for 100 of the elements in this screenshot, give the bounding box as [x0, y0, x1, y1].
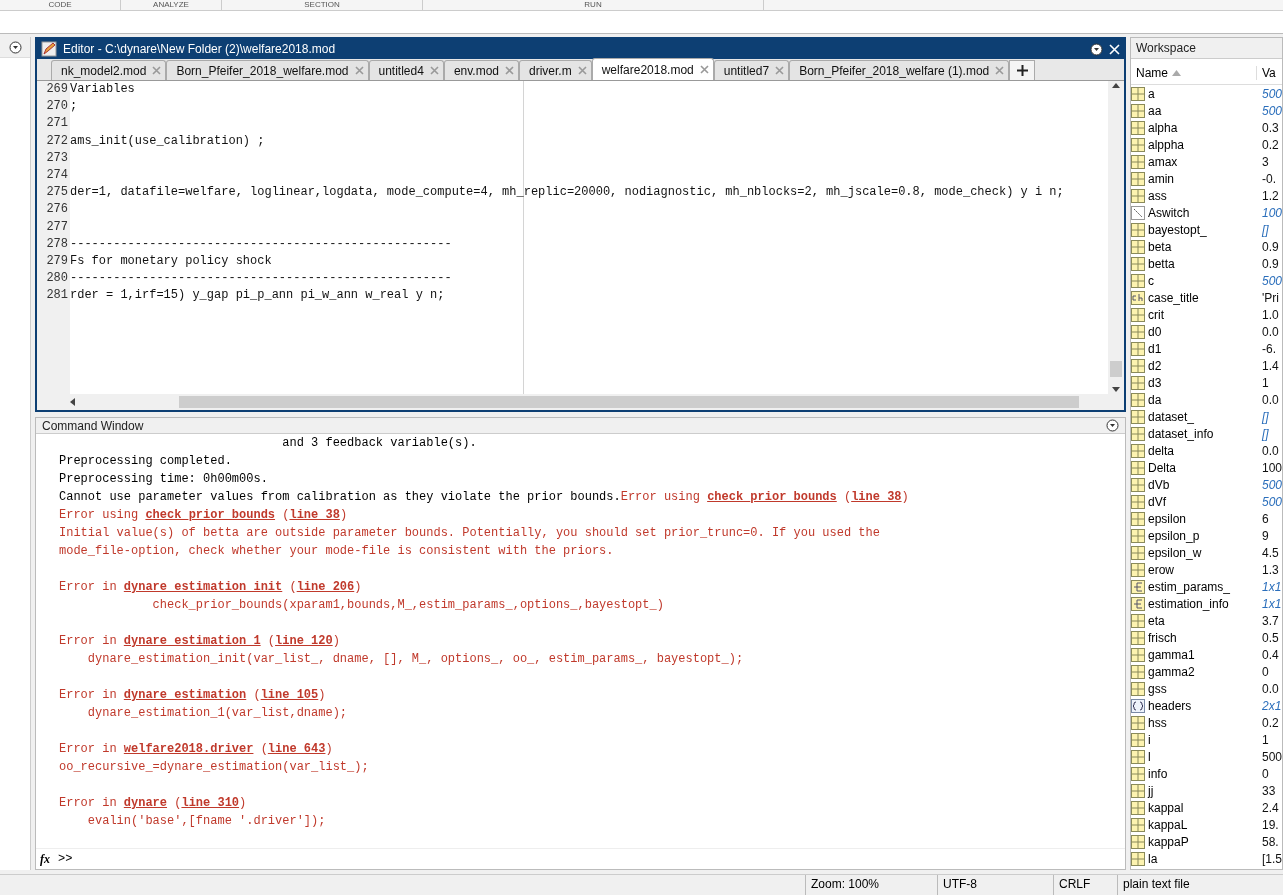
- editor-tab[interactable]: nk_model2.mod: [51, 60, 167, 80]
- matrix-icon: [1131, 171, 1145, 186]
- matrix-icon: [1131, 681, 1145, 696]
- variable-name[interactable]: d0: [1148, 324, 1162, 339]
- variable-name[interactable]: kappal: [1148, 800, 1184, 815]
- variable-name[interactable]: aa: [1148, 103, 1162, 118]
- editor-tab[interactable]: untitled4: [368, 60, 444, 80]
- variable-name[interactable]: gamma1: [1148, 647, 1195, 662]
- char-icon: [1131, 290, 1145, 305]
- variable-name[interactable]: delta: [1148, 443, 1175, 458]
- variable-name[interactable]: gss: [1148, 681, 1167, 696]
- error-link[interactable]: line 643: [267, 742, 326, 756]
- variable-name[interactable]: kappaP: [1148, 834, 1189, 849]
- editor-tab[interactable]: welfare2018.mod: [591, 58, 714, 80]
- variable-name[interactable]: alpha: [1148, 120, 1178, 135]
- output-line: Error in dynare_estimation_init (line 206): [59, 579, 363, 596]
- variable-name[interactable]: jj: [1148, 783, 1154, 798]
- variable-name[interactable]: d1: [1148, 341, 1162, 356]
- matrix-icon: [1131, 817, 1145, 832]
- editor-tab[interactable]: Born_Pfeifer_2018_welfare.mod: [166, 60, 369, 80]
- error-link[interactable]: dynare_estimation_1: [123, 634, 261, 648]
- variable-name[interactable]: dVb: [1148, 477, 1170, 492]
- variable-name[interactable]: gamma2: [1148, 664, 1195, 679]
- function-label[interactable]: fx: [40, 851, 50, 867]
- error-link[interactable]: check_prior_bounds: [707, 490, 837, 504]
- variable-name[interactable]: amax: [1148, 154, 1178, 169]
- variable-name[interactable]: eta: [1148, 613, 1165, 628]
- editor-tab[interactable]: env.mod: [443, 60, 519, 80]
- variable-value: 500: [1261, 86, 1282, 101]
- vertical-scrollbar[interactable]: [1108, 81, 1124, 394]
- variable-name[interactable]: l: [1148, 749, 1151, 764]
- error-link[interactable]: welfare2018.driver: [123, 742, 254, 756]
- error-link[interactable]: line 38: [289, 508, 340, 522]
- error-link[interactable]: check_prior_bounds: [145, 508, 276, 522]
- scroll-down-icon[interactable]: [1112, 387, 1120, 392]
- variable-name[interactable]: headers: [1148, 698, 1192, 713]
- variable-name[interactable]: estimation_info: [1148, 596, 1229, 611]
- matrix-icon: [1131, 324, 1145, 339]
- column-header[interactable]: Va: [1257, 66, 1282, 80]
- scroll-up-icon[interactable]: [1112, 83, 1120, 88]
- variable-name[interactable]: c: [1148, 273, 1154, 288]
- dropdown-icon[interactable]: [1090, 42, 1103, 56]
- variable-name[interactable]: dataset_info: [1148, 426, 1214, 441]
- variable-name[interactable]: epsilon_p: [1148, 528, 1200, 543]
- error-link[interactable]: line 206: [296, 580, 355, 594]
- error-link[interactable]: dynare_estimation: [123, 688, 247, 702]
- variable-value: 1.4: [1261, 358, 1280, 373]
- matrix-icon: [1131, 239, 1145, 254]
- editor-tab[interactable]: Born_Pfeifer_2018_welfare (1).mod: [789, 60, 1010, 80]
- sort-ascending-icon[interactable]: [1172, 70, 1181, 76]
- variable-name[interactable]: kappaL: [1148, 817, 1188, 832]
- error-link[interactable]: line 310: [181, 796, 240, 810]
- matrix-icon: [1131, 120, 1145, 135]
- variable-name[interactable]: epsilon_w: [1148, 545, 1202, 560]
- variable-name[interactable]: crit: [1148, 307, 1164, 322]
- variable-name[interactable]: amin: [1148, 171, 1174, 186]
- variable-name[interactable]: bayestopt_: [1148, 222, 1207, 237]
- variable-name[interactable]: hss: [1148, 715, 1167, 730]
- output-line: dynare_estimation_1(var_list,dname);: [86, 705, 349, 722]
- column-header[interactable]: Name: [1131, 66, 1257, 80]
- variable-name[interactable]: la: [1148, 851, 1158, 866]
- error-link[interactable]: line 120: [275, 634, 333, 648]
- error-link[interactable]: line 38: [851, 490, 902, 504]
- variable-name[interactable]: ass: [1148, 188, 1167, 203]
- editor-tab[interactable]: untitled7: [713, 60, 790, 80]
- matrix-icon: [1131, 154, 1145, 169]
- variable-name[interactable]: betta: [1148, 256, 1175, 271]
- variable-name[interactable]: estim_params_: [1148, 579, 1231, 594]
- editor-tab[interactable]: driver.m: [519, 60, 592, 80]
- scroll-left-icon[interactable]: [70, 398, 75, 406]
- variable-name[interactable]: Aswitch: [1148, 205, 1190, 220]
- variable-name[interactable]: da: [1148, 392, 1162, 407]
- new-tab-button[interactable]: [1009, 60, 1036, 80]
- dropdown-icon[interactable]: [1106, 419, 1119, 432]
- line-number: 271: [45, 115, 69, 133]
- variable-name[interactable]: a: [1148, 86, 1155, 101]
- variable-name[interactable]: erow: [1148, 562, 1174, 577]
- variable-name[interactable]: case_title: [1148, 290, 1199, 305]
- error-link[interactable]: dynare: [123, 796, 168, 810]
- variable-name[interactable]: epsilon: [1148, 511, 1187, 526]
- horizontal-scrollbar[interactable]: [37, 394, 1124, 410]
- variable-value: -6.: [1261, 341, 1277, 356]
- variable-name[interactable]: beta: [1148, 239, 1172, 254]
- variable-name[interactable]: d3: [1148, 375, 1162, 390]
- variable-name[interactable]: frisch: [1148, 630, 1177, 645]
- scrollbar-thumb[interactable]: [1110, 361, 1122, 377]
- variable-value: 1: [1261, 732, 1270, 747]
- variable-name[interactable]: i: [1148, 732, 1151, 747]
- error-link[interactable]: line 105: [260, 688, 319, 702]
- variable-name[interactable]: dVf: [1148, 494, 1166, 509]
- variable-name[interactable]: info: [1148, 766, 1168, 781]
- variable-name[interactable]: dataset_: [1148, 409, 1195, 424]
- error-link[interactable]: dynare_estimation_init: [123, 580, 283, 594]
- variable-value: [1.5: [1261, 851, 1282, 866]
- variable-name[interactable]: d2: [1148, 358, 1162, 373]
- variable-name[interactable]: alppha: [1148, 137, 1185, 152]
- command-prompt[interactable]: >>: [58, 852, 73, 866]
- variable-name[interactable]: Delta: [1148, 460, 1176, 475]
- dropdown-icon[interactable]: [8, 40, 22, 54]
- variable-value: 0: [1261, 664, 1270, 679]
